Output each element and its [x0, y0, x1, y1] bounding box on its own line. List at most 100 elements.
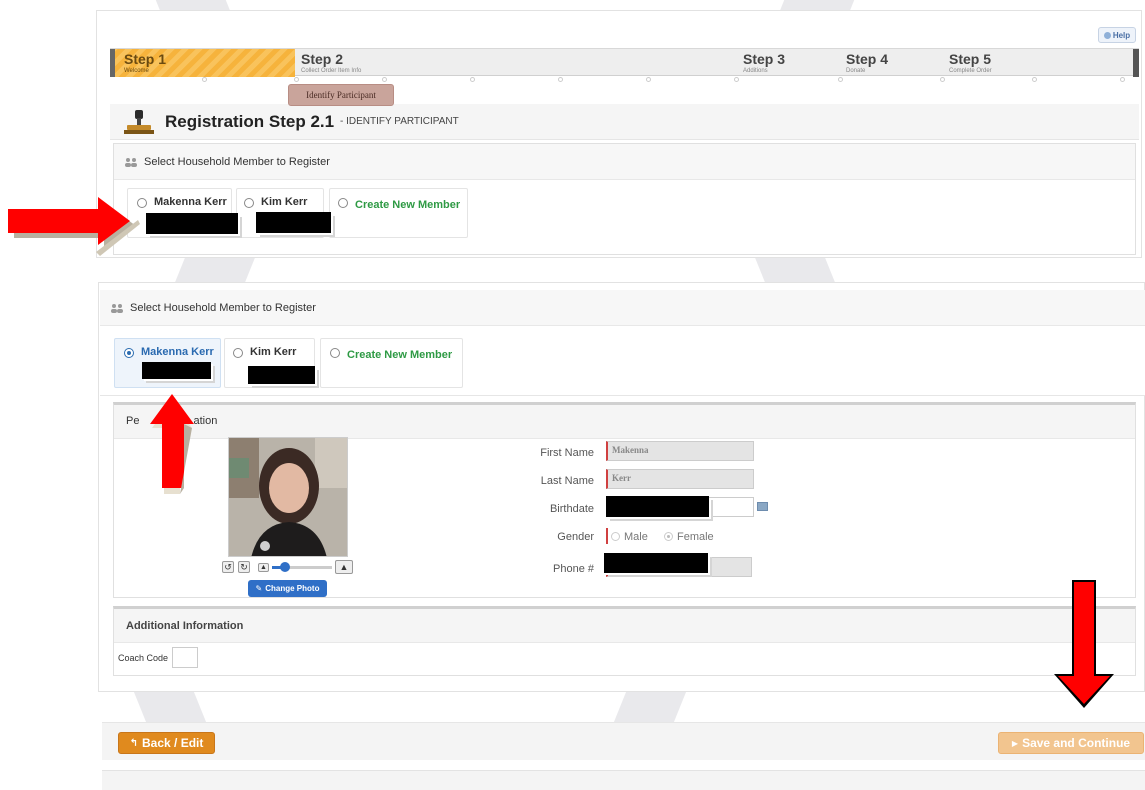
coach-code-label: Coach Code [118, 653, 169, 663]
member-radio[interactable] [338, 198, 348, 208]
step-dot [202, 77, 207, 82]
step-dot [734, 77, 739, 82]
last-name-label: Last Name [540, 475, 594, 487]
gender-female-option[interactable]: Female [664, 531, 714, 543]
save-and-continue-button[interactable]: ▶ Save and Continue [998, 732, 1144, 754]
step-title: Step 4 [846, 51, 889, 67]
section-header: Pe ation [114, 405, 1135, 439]
redacted-block [142, 362, 211, 379]
image-small-icon: ▲ [258, 563, 269, 572]
section-header: Additional Information [114, 609, 1135, 643]
section-title-left: Pe [126, 415, 140, 427]
rotate-left-icon[interactable]: ↺ [222, 561, 234, 573]
step-dot [294, 77, 299, 82]
help-button[interactable]: Help [1098, 27, 1136, 43]
step-dot [646, 77, 651, 82]
step-progress-bar: Step 1 Welcome Step 2 Collect Order Item… [110, 48, 1139, 77]
step-dot [382, 77, 387, 82]
step-subtitle: Welcome [124, 68, 149, 74]
background-chevron [175, 258, 255, 282]
zoom-slider-handle[interactable] [280, 562, 290, 572]
gender-required-marker [606, 528, 608, 544]
help-label: Help [1112, 30, 1131, 40]
gender-male-option[interactable]: Male [611, 531, 648, 543]
change-photo-button[interactable]: ✎ Change Photo [248, 580, 327, 597]
redacted-block [146, 213, 238, 234]
member-card-create-new[interactable]: Create New Member [320, 338, 463, 388]
participant-photo [228, 437, 348, 557]
first-name-label: First Name [540, 447, 594, 459]
birthdate-label: Birthdate [549, 503, 594, 515]
redacted-block [248, 366, 315, 384]
phone-label: Phone # [553, 563, 594, 575]
red-arrow-down [1054, 580, 1114, 708]
member-radio[interactable] [124, 348, 134, 358]
member-card-create-new[interactable]: Create New Member [329, 188, 468, 238]
coach-code-input[interactable] [172, 647, 198, 668]
last-name-input[interactable]: Kerr [606, 469, 754, 489]
first-name-input[interactable]: Makenna [606, 441, 754, 461]
step-dot [1032, 77, 1037, 82]
people-icon [111, 303, 123, 313]
background-chevron [613, 692, 687, 722]
gender-male-label: Male [624, 531, 648, 543]
step-1[interactable]: Step 1 Welcome [110, 49, 295, 77]
portrait-image [229, 438, 347, 556]
back-edit-button[interactable]: ↰ Back / Edit [118, 732, 215, 754]
bottom-strip [102, 770, 1145, 790]
zoom-slider[interactable] [272, 562, 332, 572]
image-large-icon: ▲ [335, 560, 353, 574]
red-arrow-right [8, 197, 140, 256]
gender-female-radio[interactable] [664, 532, 673, 541]
play-icon: ▶ [1011, 738, 1019, 748]
change-photo-label: Change Photo [265, 584, 320, 593]
step-3[interactable]: Step 3 Additions [738, 49, 838, 77]
pencil-icon: ✎ [255, 584, 263, 593]
section-header: Select Household Member to Register [100, 290, 1145, 326]
step-subtitle: Complete Order [949, 68, 992, 74]
registration-subtitle: - IDENTIFY PARTICIPANT [340, 116, 459, 127]
registration-title: Registration Step 2.1 [165, 112, 335, 131]
people-icon [125, 157, 137, 167]
member-radio[interactable] [330, 348, 340, 358]
red-arrow-up [150, 394, 194, 494]
step-title: Step 5 [949, 51, 992, 67]
member-radio[interactable] [233, 348, 243, 358]
step-5[interactable]: Step 5 Complete Order [944, 49, 1124, 77]
back-edit-label: Back / Edit [142, 736, 204, 750]
section-header: Select Household Member to Register [114, 144, 1135, 180]
redacted-block [604, 553, 708, 573]
member-name: Kim Kerr [261, 196, 308, 208]
step-2[interactable]: Step 2 Collect Order Item Info [296, 49, 736, 77]
background-chevron [755, 258, 835, 282]
calendar-icon[interactable] [757, 502, 768, 511]
member-radio[interactable] [244, 198, 254, 208]
save-and-continue-label: Save and Continue [1022, 736, 1131, 750]
gender-male-radio[interactable] [611, 532, 620, 541]
redacted-block [606, 496, 709, 517]
background-chevron [133, 692, 207, 722]
section-title: Select Household Member to Register [144, 155, 330, 168]
step-4[interactable]: Step 4 Donate [841, 49, 941, 77]
rotate-right-icon[interactable]: ↻ [238, 561, 250, 573]
step-title: Step 2 [301, 51, 344, 67]
member-name: Kim Kerr [250, 346, 297, 358]
gender-female-label: Female [677, 531, 714, 543]
gender-label: Gender [557, 531, 594, 543]
step-title: Step 3 [743, 51, 786, 67]
step-dot [558, 77, 563, 82]
step-dot [1120, 77, 1125, 82]
step-subtitle: Additions [743, 68, 768, 74]
step-dot [940, 77, 945, 82]
registration-header: Registration Step 2.1 - IDENTIFY PARTICI… [110, 104, 1139, 140]
member-name: Makenna Kerr [141, 346, 214, 358]
help-icon [1103, 31, 1111, 39]
create-member-label: Create New Member [355, 199, 461, 211]
step-title: Step 1 [124, 51, 167, 67]
identify-participant-tab[interactable]: Identify Participant [288, 84, 394, 106]
additional-information-section: Additional Information Coach Code [113, 606, 1136, 676]
member-name: Makenna Kerr [154, 196, 227, 208]
stamp-icon [124, 110, 154, 134]
step-bar-end-cap [1133, 49, 1139, 77]
create-member-label: Create New Member [347, 349, 453, 361]
